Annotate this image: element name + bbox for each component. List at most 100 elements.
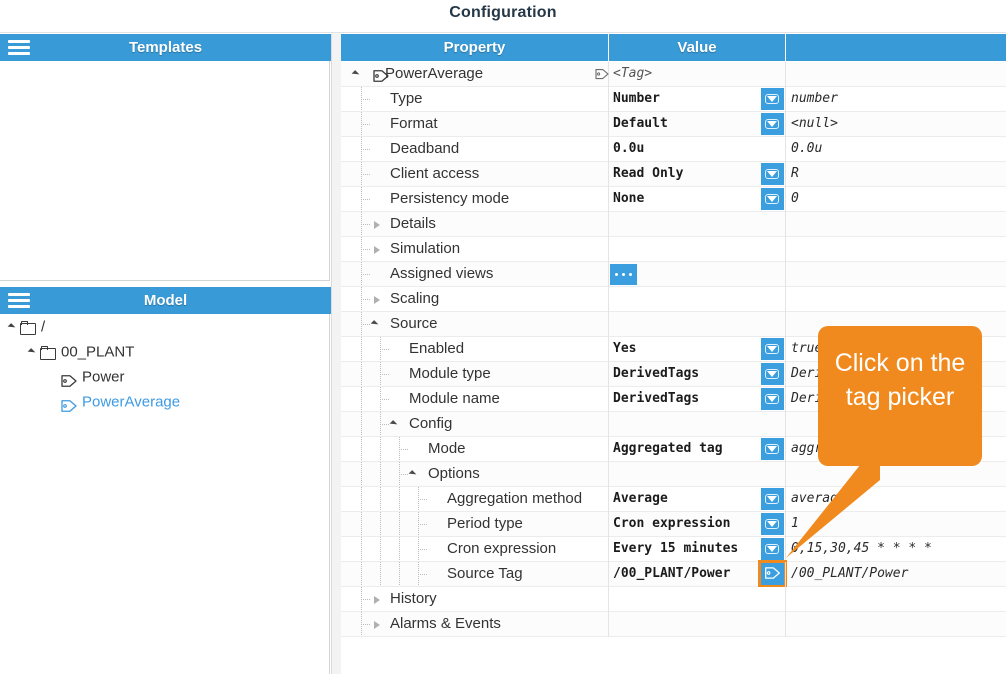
dropdown-button[interactable] xyxy=(761,388,784,410)
property-name-cell[interactable]: Mode xyxy=(341,437,608,461)
value-cell[interactable] xyxy=(609,462,785,486)
property-name-cell[interactable]: Module type xyxy=(341,362,608,386)
folder-icon xyxy=(20,320,37,335)
value-cell[interactable]: /00_PLANT/Power xyxy=(609,562,785,586)
property-name-cell[interactable]: Details xyxy=(341,212,608,236)
property-name-cell[interactable]: Period type xyxy=(341,512,608,536)
expander-icon[interactable] xyxy=(374,296,380,304)
model-tree-item--[interactable]: / xyxy=(0,314,45,339)
raw-value-cell: R xyxy=(791,166,799,181)
value-cell[interactable] xyxy=(609,412,785,436)
templates-panel-body[interactable] xyxy=(0,61,330,281)
expander-icon[interactable] xyxy=(374,596,380,604)
value-cell[interactable]: Aggregated tag xyxy=(609,437,785,461)
property-name-cell[interactable]: Client access xyxy=(341,162,608,186)
expander-icon[interactable] xyxy=(374,246,380,254)
value-cell[interactable]: Cron expression xyxy=(609,512,785,536)
value-cell[interactable]: Every 15 minutes xyxy=(609,537,785,561)
property-row[interactable]: Deadband 0.0u 0.0u xyxy=(341,137,1006,162)
property-name-cell[interactable]: Scaling xyxy=(341,287,608,311)
property-name-cell[interactable]: Enabled xyxy=(341,337,608,361)
property-row[interactable]: Client access Read Only R xyxy=(341,162,1006,187)
value-cell[interactable] xyxy=(609,287,785,311)
property-row[interactable]: Simulation xyxy=(341,237,1006,262)
value-cell[interactable] xyxy=(609,587,785,611)
value-cell[interactable] xyxy=(609,237,785,261)
property-row[interactable]: Alarms & Events xyxy=(341,612,1006,637)
expander-icon[interactable] xyxy=(374,621,380,629)
expander-icon[interactable] xyxy=(351,70,360,78)
column-header-property[interactable]: Property xyxy=(341,34,608,61)
property-name-cell[interactable]: Persistency mode xyxy=(341,187,608,211)
dropdown-button[interactable] xyxy=(761,88,784,110)
property-row[interactable]: Source Tag/00_PLANT/Power/00_PLANT/Power xyxy=(341,560,1006,588)
model-panel-title: Model xyxy=(143,292,188,309)
raw-value-cell xyxy=(787,262,1006,286)
value-cell[interactable]: Default xyxy=(609,112,785,136)
property-name-cell[interactable]: Source Tag xyxy=(341,562,608,586)
property-row[interactable]: Assigned views xyxy=(341,262,1006,287)
value-cell[interactable]: None xyxy=(609,187,785,211)
property-name-cell[interactable]: Simulation xyxy=(341,237,608,261)
property-name-cell[interactable]: Type xyxy=(341,87,608,111)
property-name-label: Aggregation method xyxy=(447,490,583,507)
property-grid-header: Property Value xyxy=(341,34,1006,61)
property-name-cell[interactable]: Source xyxy=(341,312,608,336)
value-cell[interactable]: 0.0u xyxy=(609,137,785,161)
value-cell[interactable]: Average xyxy=(609,487,785,511)
property-name-cell[interactable]: Cron expression xyxy=(341,537,608,561)
tag-icon xyxy=(60,396,78,412)
model-tree[interactable]: / 00_PLANT Power PowerAverage xyxy=(0,314,330,674)
expander-icon[interactable] xyxy=(370,320,379,328)
expander-icon[interactable] xyxy=(374,221,380,229)
property-row[interactable]: Scaling xyxy=(341,287,1006,312)
property-row[interactable]: History xyxy=(341,587,1006,612)
raw-value-cell xyxy=(787,287,1006,311)
expander-icon[interactable] xyxy=(408,470,417,478)
expander-icon[interactable] xyxy=(8,315,20,340)
property-name-cell[interactable]: Config xyxy=(341,412,608,436)
property-name-cell[interactable]: Assigned views xyxy=(341,262,608,286)
value-cell[interactable]: Number xyxy=(609,87,785,111)
dropdown-button[interactable] xyxy=(761,163,784,185)
dropdown-button[interactable] xyxy=(761,188,784,210)
dropdown-button[interactable] xyxy=(761,113,784,135)
column-header-raw[interactable] xyxy=(786,34,1006,61)
property-row[interactable]: PowerAverage <Tag> xyxy=(341,62,1006,87)
property-name-cell[interactable]: Alarms & Events xyxy=(341,612,608,636)
model-tree-item-power[interactable]: Power xyxy=(0,364,125,389)
property-row[interactable]: Period type Cron expression 1 xyxy=(341,512,1006,537)
property-row[interactable]: Aggregation method Average average xyxy=(341,487,1006,512)
property-name-cell[interactable]: History xyxy=(341,587,608,611)
property-name-label: PowerAverage xyxy=(385,65,484,82)
property-row[interactable]: Cron expression Every 15 minutes 0,15,30,4… xyxy=(341,537,1006,562)
model-tree-item-00-plant[interactable]: 00_PLANT xyxy=(0,339,134,364)
property-row[interactable]: Type Number number xyxy=(341,87,1006,112)
value-cell[interactable] xyxy=(609,612,785,636)
value-cell[interactable]: Read Only xyxy=(609,162,785,186)
column-header-value[interactable]: Value xyxy=(609,34,785,61)
property-name-cell[interactable]: Format xyxy=(341,112,608,136)
value-cell[interactable]: Yes xyxy=(609,337,785,361)
expander-icon[interactable] xyxy=(28,340,40,365)
value-cell[interactable]: DerivedTags xyxy=(609,387,785,411)
value-cell[interactable]: DerivedTags xyxy=(609,362,785,386)
dropdown-button[interactable] xyxy=(761,338,784,360)
property-name-cell[interactable]: Aggregation method xyxy=(341,487,608,511)
property-row[interactable]: Persistency mode None 0 xyxy=(341,187,1006,212)
model-tree-item-poweraverage[interactable]: PowerAverage xyxy=(0,389,180,414)
dropdown-button[interactable] xyxy=(761,363,784,385)
expander-icon[interactable] xyxy=(389,420,398,428)
property-name-cell[interactable]: Deadband xyxy=(341,137,608,161)
assigned-views-ellipsis-button[interactable] xyxy=(610,264,637,285)
value-cell[interactable] xyxy=(609,312,785,336)
raw-value-cell: 0 xyxy=(791,191,799,206)
property-name-cell[interactable]: PowerAverage xyxy=(341,62,608,86)
property-row[interactable]: Format Default <null> xyxy=(341,112,1006,137)
property-row[interactable]: Details xyxy=(341,212,1006,237)
property-name-cell[interactable]: Module name xyxy=(341,387,608,411)
property-name-cell[interactable]: Options xyxy=(341,462,608,486)
value-cell[interactable] xyxy=(609,212,785,236)
callout-bubble: Click on the tag picker xyxy=(818,326,982,466)
